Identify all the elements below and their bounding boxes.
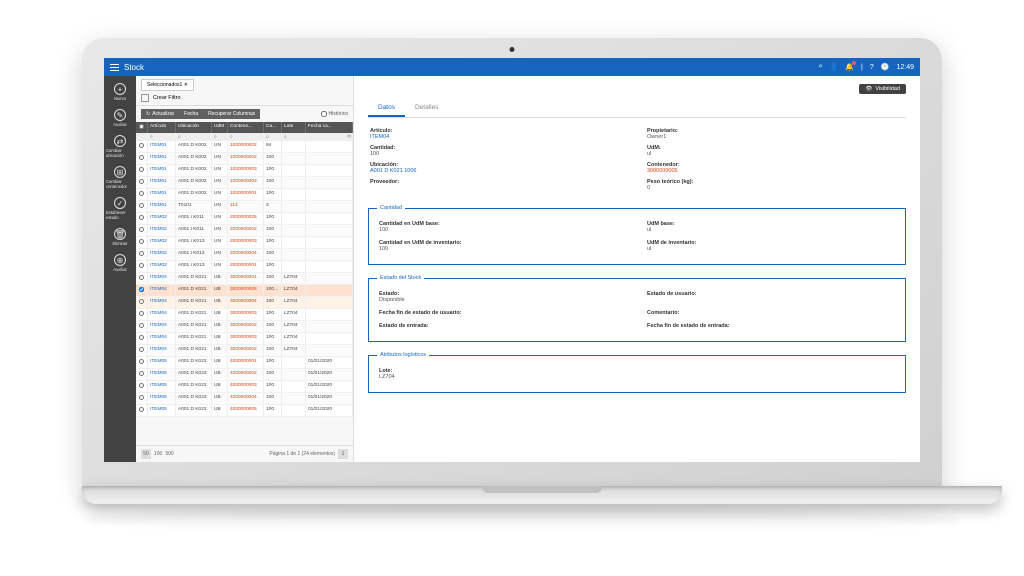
table-row[interactable]: ITEM05A001 D K023UB400000000310001/01/20… (136, 381, 353, 393)
col-lote[interactable]: Lote (282, 122, 306, 133)
sidebar-cambiar-ubicacion[interactable]: ⇄Cambiar ubicación (106, 132, 134, 161)
page-title: Stock (124, 63, 144, 72)
grid-pane: Seleccionados1 ✕ Crear Filtro ↻Actualiza… (136, 76, 354, 462)
clock-icon: 🕐 (881, 63, 890, 71)
pager-info: Página 1 de 1 (24 elementos) (269, 451, 335, 457)
pager: 50 100 500 Página 1 de 1 (24 elementos) … (136, 445, 353, 462)
sidebar-establecer-estado[interactable]: ✓Establecer estado (106, 194, 134, 223)
grid-header: Artículo Ubicación UdM Contene... Cantid… (136, 122, 353, 133)
legend-atributos: Atributos logísticos (377, 352, 429, 358)
help-icon[interactable]: ? (870, 64, 874, 71)
val-articulo[interactable]: ITEM04 (370, 134, 389, 140)
lbl-peso: Peso teórico (kg): (647, 179, 904, 185)
table-row[interactable]: ITEM05A001 D K023UB400000000510001/01/20… (136, 405, 353, 417)
legend-cantidad: Cantidad (377, 205, 405, 211)
menu-icon[interactable] (110, 64, 119, 71)
lbl-cantidad: Cantidad: (370, 145, 627, 151)
detail-tabs: Datos Detalles (368, 100, 906, 118)
page-size-50[interactable]: 50 (141, 449, 151, 459)
filter-tab[interactable]: Seleccionados1 ✕ (141, 79, 194, 91)
table-row[interactable]: ITEM04A001 D K021UB3000000002100LZ704 (136, 345, 353, 357)
refresh-button[interactable]: ↻Actualizar (141, 109, 179, 119)
tab-detalles[interactable]: Detalles (405, 100, 448, 117)
divider: | (861, 64, 863, 71)
sidebar-auxiliar[interactable]: ✎Auxiliar (106, 106, 134, 130)
val-propietario: Owner1 (647, 134, 666, 140)
lbl-articulo: Artículo: (370, 128, 627, 134)
val-ubicacion[interactable]: A001 D K021 1006 (370, 168, 416, 174)
user-icon[interactable]: 👤 (830, 63, 839, 71)
table-row[interactable]: ITEM02A001 I K013UN2000000003100 (136, 237, 353, 249)
table-row[interactable]: ITEM02A001 I K011UN2000000025100 (136, 213, 353, 225)
val-cantidad: 100 (370, 151, 379, 157)
lbl-udm: UdM: (647, 145, 904, 151)
sidebar-cambiar-contenedor[interactable]: ⊞Cambiar contenedor (106, 163, 134, 192)
sidebar-eliminar[interactable]: 🗑Eliminar (106, 225, 134, 249)
col-ubicacion[interactable]: Ubicación (176, 122, 212, 133)
lbl-contenedor: Contenedor: (647, 162, 904, 168)
table-row[interactable]: ITEM04A001 D K021UB3000000001100LZ704 (136, 273, 353, 285)
col-udm[interactable]: UdM (212, 122, 228, 133)
legend-estado: Estado del Stock (377, 275, 424, 281)
top-bar: Stock ⌕ 👤 🔔 | ? 🕐 12:49 (104, 58, 920, 76)
lbl-proveedor: Proveedor: (370, 179, 627, 185)
time-label: 12:49 (896, 64, 914, 71)
table-row[interactable]: ITEM01T0101UN1133 (136, 201, 353, 213)
table-row[interactable]: ITEM05A001 D K023UB400000000110001/01/20… (136, 357, 353, 369)
grid-body: ITEM01A001 D K002UN100000000294ITEM01A00… (136, 141, 353, 445)
table-row[interactable]: ITEM01A001 D K002UN1000000003100 (136, 177, 353, 189)
recover-columns-button[interactable]: Recuperar Columnas (203, 109, 260, 119)
group-atributos: Atributos logísticos Lote:LZ704 (368, 352, 906, 393)
sidebar: +Nuevo✎Auxiliar⇄Cambiar ubicación⊞Cambia… (104, 76, 136, 462)
page-size-500[interactable]: 500 (165, 451, 173, 457)
col-checkbox[interactable] (136, 122, 148, 133)
lbl-propietario: Propietario: (647, 128, 904, 134)
create-filter-link[interactable]: Crear Filtro (153, 95, 181, 101)
table-row[interactable]: ITEM01A001 D K002UN1000000002100 (136, 153, 353, 165)
val-udm: ul (647, 151, 651, 157)
sidebar-auxiliar2[interactable]: ⊕Auxiliar (106, 251, 134, 275)
col-cantidad[interactable]: Cantidad (264, 122, 282, 133)
table-row[interactable]: ITEM05A001 D K023UB400000000210001/01/20… (136, 369, 353, 381)
historic-checkbox[interactable]: Histórico (321, 111, 348, 117)
table-row[interactable]: ITEM04A001 D K021UB3000000005100 ☝LZ704 (136, 285, 353, 297)
search-icon[interactable]: ⌕ (819, 63, 823, 71)
visibility-button[interactable]: 👁Visibilidad (859, 84, 906, 94)
funnel-icon[interactable] (141, 94, 149, 102)
fecha-button[interactable]: Fecha (179, 109, 203, 119)
table-row[interactable]: ITEM02A001 I K011UN2000000002100 (136, 225, 353, 237)
detail-pane: 👁Visibilidad Datos Detalles Artículo:ITE… (354, 76, 920, 462)
table-row[interactable]: ITEM02A001 I K013UN2000000004100 (136, 249, 353, 261)
val-contenedor[interactable]: 3000000005 (647, 168, 678, 174)
sidebar-nuevo[interactable]: +Nuevo (106, 80, 134, 104)
col-contenedor[interactable]: Contene... (228, 122, 264, 133)
table-row[interactable]: ITEM04A001 D K021UB3000000003100LZ704 (136, 309, 353, 321)
eye-icon: 👁 (865, 86, 872, 92)
tab-datos[interactable]: Datos (368, 100, 405, 117)
table-row[interactable]: ITEM04A001 D K021UB3000000002100LZ704 (136, 321, 353, 333)
val-peso: 0 (647, 185, 650, 191)
table-row[interactable]: ITEM01A001 D K002UN1000000003100 (136, 165, 353, 177)
page-current[interactable]: 1 (338, 449, 348, 459)
group-cantidad: Cantidad Cantidad en UdM base:100 UdM ba… (368, 205, 906, 265)
bell-icon[interactable]: 🔔 (845, 63, 854, 71)
col-fecha[interactable]: Fecha ca... (306, 122, 353, 133)
table-row[interactable]: ITEM02A001 I K013UN2000000001100 (136, 261, 353, 273)
col-articulo[interactable]: Artículo (148, 122, 176, 133)
table-row[interactable]: ITEM05A001 D K023UB400000000410001/01/20… (136, 393, 353, 405)
table-row[interactable]: ITEM01A001 D K002UN100000000294 (136, 141, 353, 153)
table-row[interactable]: ITEM04A001 D K021UB3000000003100LZ704 (136, 333, 353, 345)
page-size-100[interactable]: 100 (154, 451, 162, 457)
table-row[interactable]: ITEM04A001 D K021UB3000000004100LZ704 (136, 297, 353, 309)
grid-filter-row[interactable]: ⟲ (136, 133, 353, 141)
group-estado: Estado del Stock Estado:Disponible Estad… (368, 275, 906, 342)
table-row[interactable]: ITEM01A001 D K002UN1000000001100 (136, 189, 353, 201)
